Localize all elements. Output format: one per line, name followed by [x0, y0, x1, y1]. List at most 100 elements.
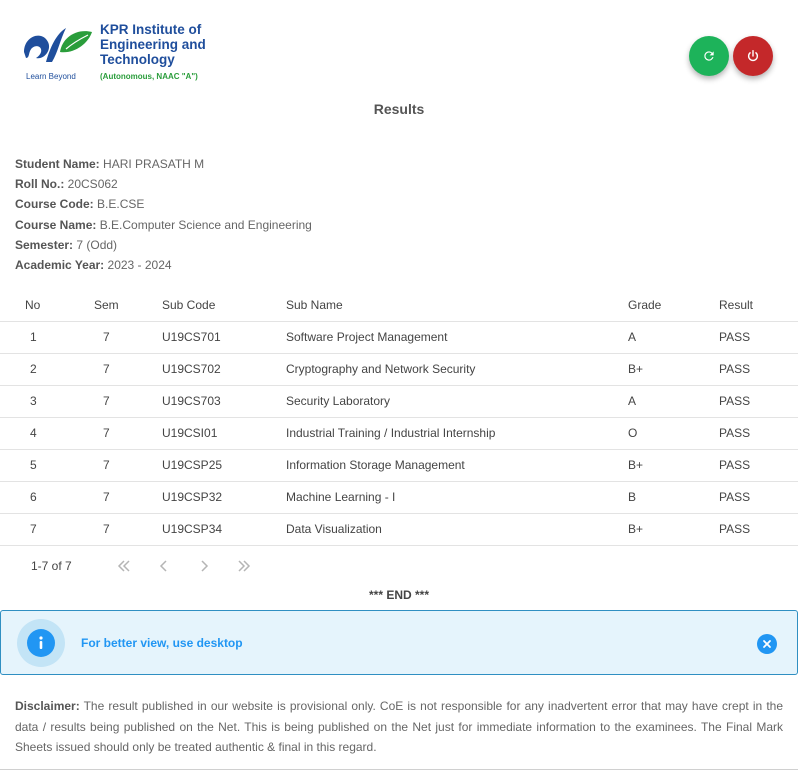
row-result: PASS: [719, 512, 798, 546]
row-semester: 7: [80, 384, 160, 417]
row-number: 6: [0, 480, 80, 513]
row-grade: A: [628, 320, 719, 353]
course-code-value: B.E.CSE: [97, 197, 145, 212]
accreditation-text: (Autonomous, NAAC "A"): [100, 72, 198, 81]
column-header-no[interactable]: No: [0, 289, 80, 321]
info-icon: [27, 629, 55, 657]
alert-message: For better view, use desktop: [81, 636, 243, 650]
academic-year-value: 2023 - 2024: [107, 258, 172, 273]
course-code-label: Course Code:: [15, 197, 94, 212]
table-row: 6 7 U19CSP32 Machine Learning - I B PASS: [0, 480, 798, 513]
row-semester: 7: [80, 416, 160, 449]
results-table-body: 1 7 U19CS701 Software Project Management A PA…: [0, 320, 798, 546]
column-header-sub-code[interactable]: Sub Code: [160, 289, 286, 321]
first-page-icon: [117, 560, 130, 572]
logout-button[interactable]: [733, 36, 773, 76]
row-number: 4: [0, 416, 80, 449]
page-title: Results: [373, 101, 425, 117]
row-result: PASS: [719, 320, 798, 353]
row-subject-code: U19CS701: [160, 320, 286, 353]
row-result: PASS: [719, 480, 798, 513]
semester-value: 7 (Odd): [76, 237, 118, 252]
table-header-row: No Sem Sub Code Sub Name Grade Result: [0, 289, 798, 321]
column-header-grade[interactable]: Grade: [628, 289, 719, 321]
student-name-value: HARI PRASATH M: [103, 157, 205, 171]
row-subject-code: U19CSP34: [160, 512, 286, 546]
row-subject-name: Software Project Management: [286, 320, 628, 353]
last-page-button[interactable]: [234, 556, 254, 576]
row-semester: 7: [80, 352, 160, 385]
row-subject-code: U19CS702: [160, 352, 286, 385]
disclaimer-label: Disclaimer:: [15, 699, 80, 713]
results-table: No Sem Sub Code Sub Name Grade Result 17…: [0, 289, 798, 546]
row-result: PASS: [719, 352, 798, 385]
bottom-divider: [0, 769, 798, 770]
end-marker: *** END ***: [368, 588, 430, 602]
academic-year-label: Academic Year:: [15, 258, 105, 273]
row-subject-code: U19CSI01: [160, 416, 286, 449]
row-subject-name: Cryptography and Network Security: [286, 352, 628, 385]
roll-number-value: 20CS062: [67, 177, 118, 192]
row-grade: B+: [628, 352, 719, 385]
row-number: 7: [0, 512, 80, 546]
row-subject-code: U19CSP25: [160, 448, 286, 481]
institute-name-line2: Engineering and: [100, 37, 206, 52]
row-grade: B: [628, 480, 719, 513]
table-row: 5 7 U19CSP25 Information Storage Management…: [0, 448, 798, 481]
course-name-row: Course Name: B.E.Computer Science and En…: [15, 215, 312, 235]
power-icon: [747, 50, 759, 62]
academic-year-row: Academic Year: 2023 - 2024: [15, 255, 312, 275]
table-pagination: 1-7 of 7: [0, 548, 782, 584]
alert-close-button[interactable]: [757, 634, 777, 654]
alert-icon-halo: [17, 619, 65, 667]
institute-name-line1: KPR Institute of: [100, 22, 202, 37]
institute-name-line3: Technology: [100, 52, 175, 67]
row-result: PASS: [719, 416, 798, 449]
row-grade: O: [628, 416, 719, 449]
row-number: 5: [0, 448, 80, 481]
previous-page-button[interactable]: [154, 556, 174, 576]
column-header-result[interactable]: Result: [719, 289, 798, 321]
row-subject-code: U19CSP32: [160, 480, 286, 513]
table-row: 7 7 U19CSP34 Data Visualization B+ PASS: [0, 512, 798, 546]
row-subject-code: U19CS703: [160, 384, 286, 417]
roll-number-row: Roll No.: 20CS062: [15, 174, 312, 194]
course-name-label: Course Name:: [15, 217, 97, 232]
column-header-sub-name[interactable]: Sub Name: [286, 289, 628, 321]
table-row: 4 7 U19CSI01 Industrial Training / Industri…: [0, 416, 798, 449]
pagination-range: 1-7 of 7: [31, 559, 72, 573]
institute-logo[interactable]: KPR Institute of Engineering and Technol…: [22, 22, 222, 84]
refresh-button[interactable]: [689, 36, 729, 76]
next-page-button[interactable]: [194, 556, 214, 576]
course-code-row: Course Code: B.E.CSE: [15, 194, 312, 214]
disclaimer-text: The result published in our website is p…: [15, 699, 783, 754]
row-grade: A: [628, 384, 719, 417]
semester-row: Semester: 7 (Odd): [15, 235, 312, 255]
table-row: 2 7 U19CS702 Cryptography and Network Secur…: [0, 352, 798, 385]
row-number: 1: [0, 320, 80, 353]
first-page-button[interactable]: [114, 556, 134, 576]
institute-name: KPR Institute of Engineering and Technol…: [100, 22, 206, 67]
row-subject-name: Security Laboratory: [286, 384, 628, 417]
column-header-sem[interactable]: Sem: [80, 289, 160, 321]
row-subject-name: Data Visualization: [286, 512, 628, 546]
close-icon: [763, 640, 771, 648]
student-info: Student Name: HARI PRASATH M Roll No.: 2…: [15, 154, 312, 275]
roll-number-label: Roll No.:: [15, 177, 65, 192]
course-name-value: B.E.Computer Science and Engineering: [99, 217, 312, 232]
row-number: 3: [0, 384, 80, 417]
student-name-label: Student Name:: [15, 157, 100, 171]
semester-label: Semester:: [15, 237, 74, 252]
last-page-icon: [238, 560, 251, 572]
row-grade: B+: [628, 512, 719, 546]
logo-emblem-icon: [24, 28, 92, 62]
desktop-view-alert: For better view, use desktop: [0, 610, 798, 675]
table-row: 1 7 U19CS701 Software Project Management A PA…: [0, 320, 798, 353]
row-semester: 7: [80, 320, 160, 353]
row-result: PASS: [719, 448, 798, 481]
row-semester: 7: [80, 448, 160, 481]
logo-tagline: Learn Beyond: [26, 72, 76, 81]
row-subject-name: Machine Learning - I: [286, 480, 628, 513]
student-name-row: Student Name: HARI PRASATH M: [15, 154, 312, 174]
row-semester: 7: [80, 512, 160, 546]
